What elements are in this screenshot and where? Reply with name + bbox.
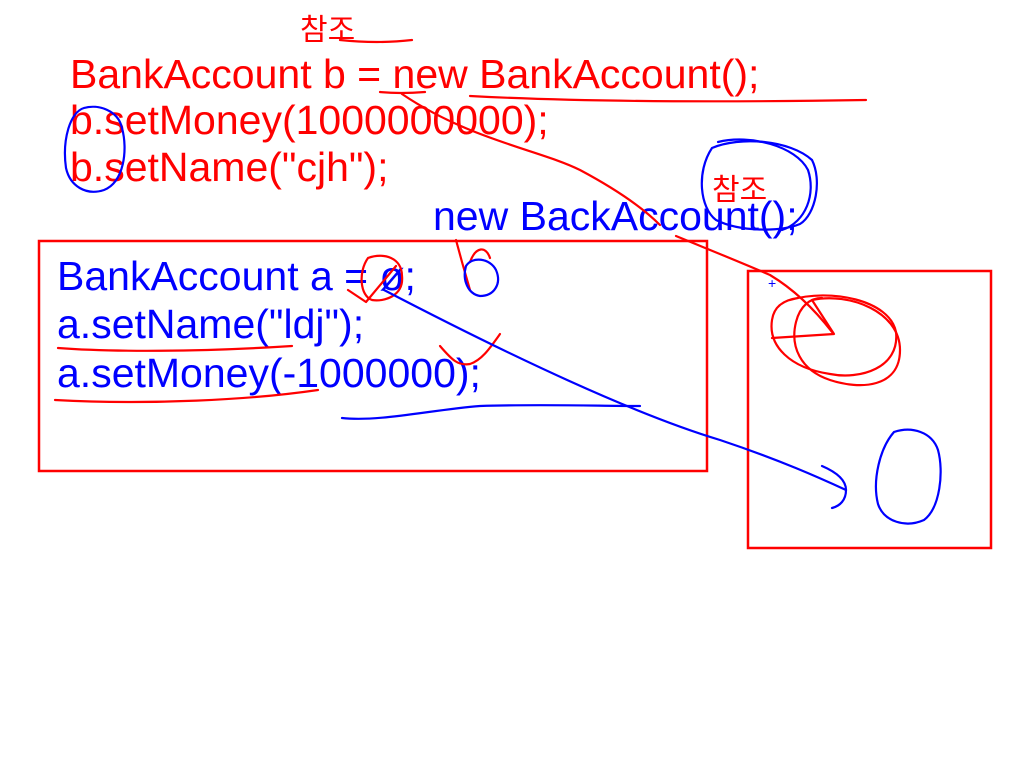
red-code-block: BankAccount b = new BankAccount(); b.set… (70, 51, 759, 190)
reference-arrow-to-object (674, 234, 834, 334)
underline-negative-money (340, 404, 642, 420)
memory-box-frame (746, 269, 993, 550)
reference-note-top: 참조 (300, 14, 355, 47)
note-underline-top (338, 38, 414, 44)
heap-object-circle-1 (770, 294, 898, 377)
heap-object-empty (874, 428, 942, 525)
arrow-head-a (820, 464, 848, 510)
red-code-line-3: b.setName("cjh"); (70, 144, 388, 190)
reference-note-blue: 참조 (712, 174, 767, 207)
whiteboard-canvas: BankAccount b = new BankAccount(); b.set… (0, 0, 1024, 768)
underline-b (378, 90, 427, 95)
red-code-line-2: b.setMoney(1000000000); (70, 97, 549, 143)
red-code-line-1: BankAccount b = new BankAccount(); (70, 51, 759, 97)
heap-object-circle-2 (793, 296, 902, 387)
circle-null (463, 258, 500, 298)
null-mark (454, 238, 492, 292)
boxed-code-block: BankAccount a = ø; a.setName("ldj"); a.s… (57, 253, 481, 396)
boxed-code-line-3: a.setMoney(-1000000); (57, 350, 481, 396)
boxed-code-line-2: a.setName("ldj"); (57, 301, 364, 347)
